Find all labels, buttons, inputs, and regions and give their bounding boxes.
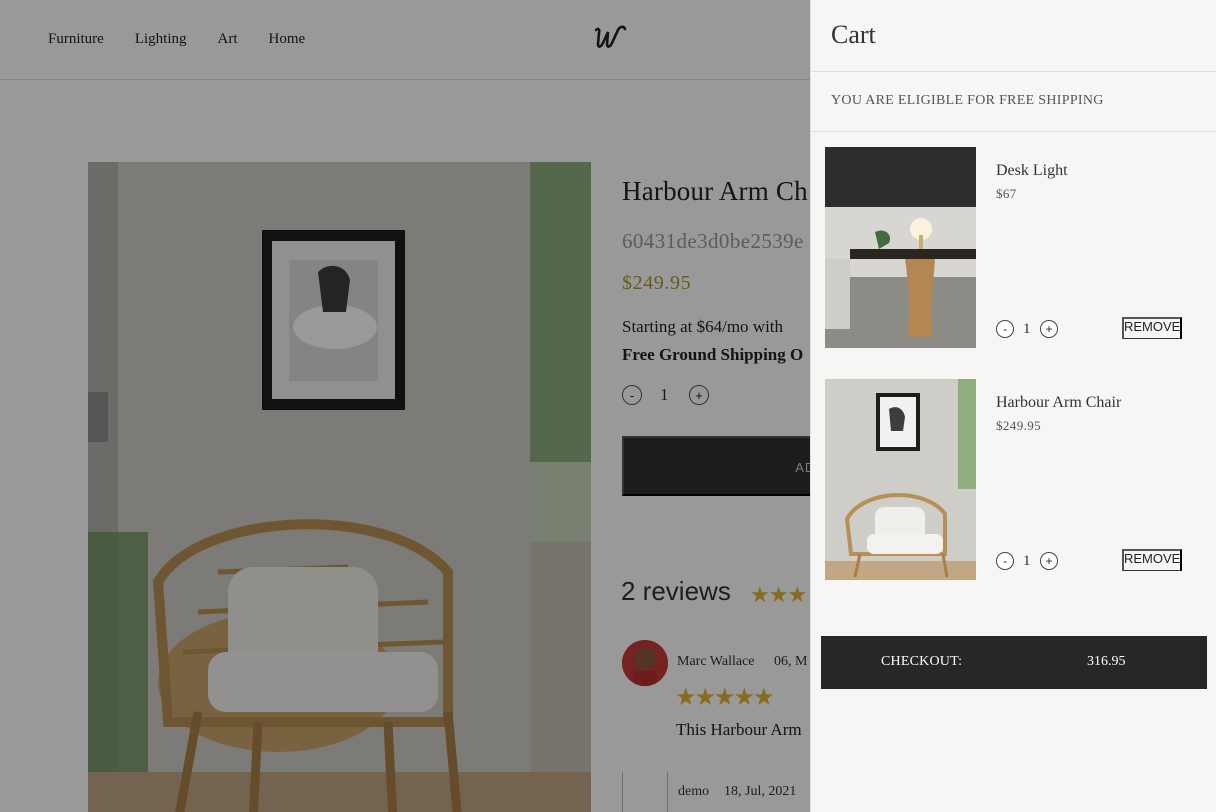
checkout-total: 316.95 [1087,654,1126,669]
cart-item-image [825,147,976,348]
qty-increase-button[interactable]: + [1040,552,1058,570]
checkout-label: CHECKOUT: [881,654,963,669]
quantity-stepper: - 1 + [996,319,1066,339]
qty-decrease-button[interactable]: - [996,320,1014,338]
cart-item: Desk Light $67 - 1 + REMOVE [825,147,1205,349]
page-dim-overlay[interactable] [0,0,810,812]
qty-increase-button[interactable]: + [1040,320,1058,338]
quantity-stepper: - 1 + [996,551,1066,571]
remove-button[interactable]: REMOVE [1122,317,1182,339]
qty-value: 1 [1023,553,1031,569]
qty-decrease-button[interactable]: - [996,552,1014,570]
cart-item-image [825,379,976,580]
cart-item: Harbour Arm Chair $249.95 - 1 + REMOVE [825,379,1205,581]
cart-item-price: $67 [996,186,1017,201]
checkout-button[interactable]: CHECKOUT: 316.95 [821,636,1207,689]
cart-item-name[interactable]: Harbour Arm Chair [996,394,1121,412]
cart-title: Cart [831,20,876,49]
divider [811,71,1216,72]
qty-value: 1 [1023,321,1031,337]
remove-button[interactable]: REMOVE [1122,549,1182,571]
divider [811,131,1216,132]
cart-item-name[interactable]: Desk Light [996,162,1068,180]
free-shipping-notice: YOU ARE ELIGIBLE FOR FREE SHIPPING [831,93,1104,108]
cart-item-price: $249.95 [996,418,1042,433]
cart-drawer: Cart YOU ARE ELIGIBLE FOR FREE SHIPPING … [810,0,1216,812]
